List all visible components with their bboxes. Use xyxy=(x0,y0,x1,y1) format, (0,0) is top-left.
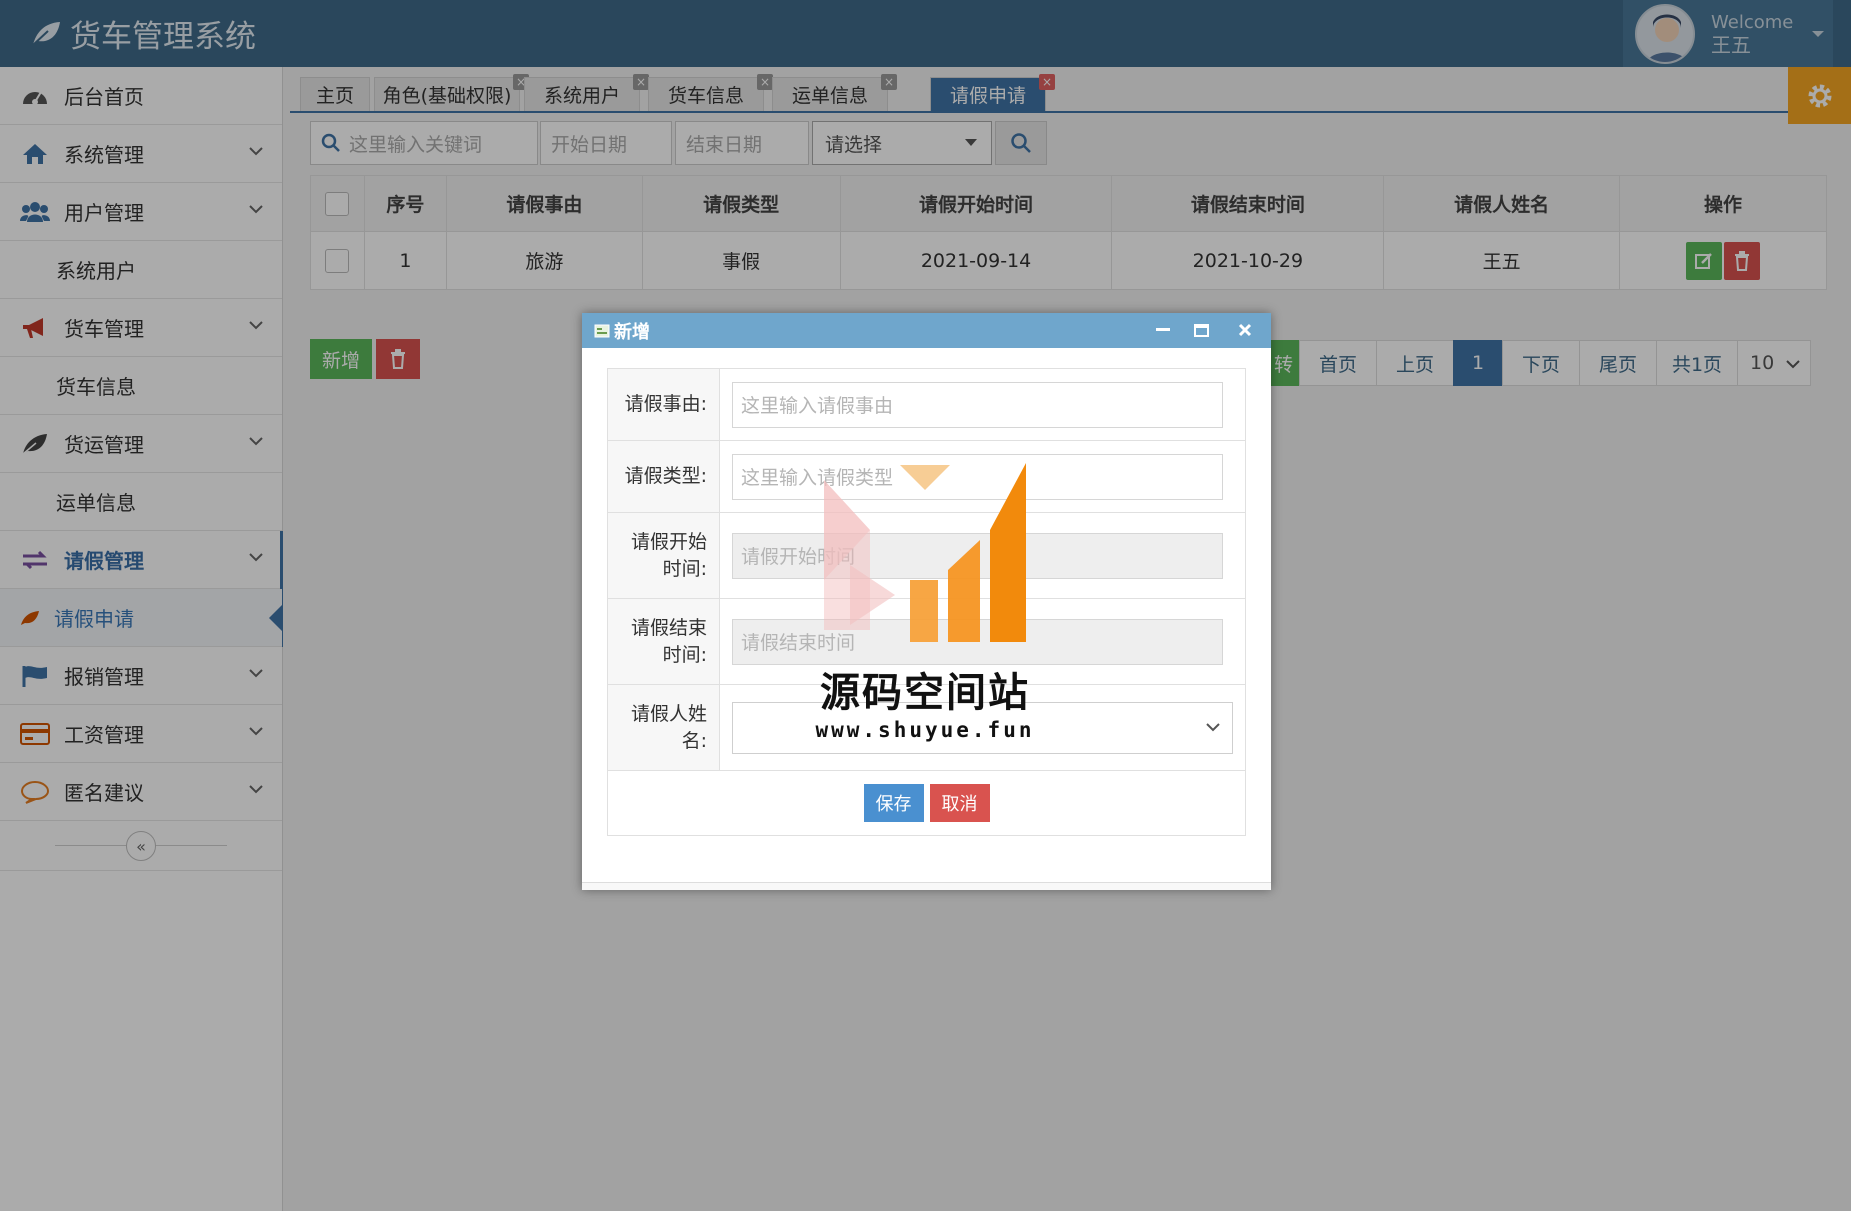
watermark-url: www.shuyue.fun xyxy=(815,718,1035,742)
save-label: 保存 xyxy=(875,794,912,815)
watermark-logo xyxy=(810,450,1040,650)
reason-field[interactable]: 这里输入请假事由 xyxy=(732,381,1223,428)
watermark-text: 源码空间站 xyxy=(820,670,1030,716)
field-placeholder: 这里输入请假事由 xyxy=(741,395,894,417)
close-icon[interactable] xyxy=(1233,319,1257,341)
field-label: 请假事由: xyxy=(608,369,720,440)
save-button[interactable]: 保存 xyxy=(863,784,924,822)
field-label: 请假开始时间: xyxy=(608,513,720,598)
cancel-button[interactable]: 取消 xyxy=(929,784,990,822)
dialog-titlebar[interactable]: 新增 xyxy=(582,313,1271,348)
dialog-title: 新增 xyxy=(614,321,650,343)
field-label: 请假类型: xyxy=(608,441,720,512)
chevron-down-icon xyxy=(1206,722,1220,732)
maximize-icon[interactable] xyxy=(1189,319,1213,341)
dialog-buttons: 保存 取消 xyxy=(608,771,1245,835)
field-label: 请假结束时间: xyxy=(608,599,720,684)
window-icon xyxy=(594,324,610,338)
form-row-reason: 请假事由: 这里输入请假事由 xyxy=(608,369,1245,441)
minimize-icon[interactable] xyxy=(1151,319,1175,341)
dialog-footer xyxy=(582,882,1271,890)
field-label: 请假人姓名: xyxy=(608,685,720,770)
cancel-label: 取消 xyxy=(941,794,978,815)
